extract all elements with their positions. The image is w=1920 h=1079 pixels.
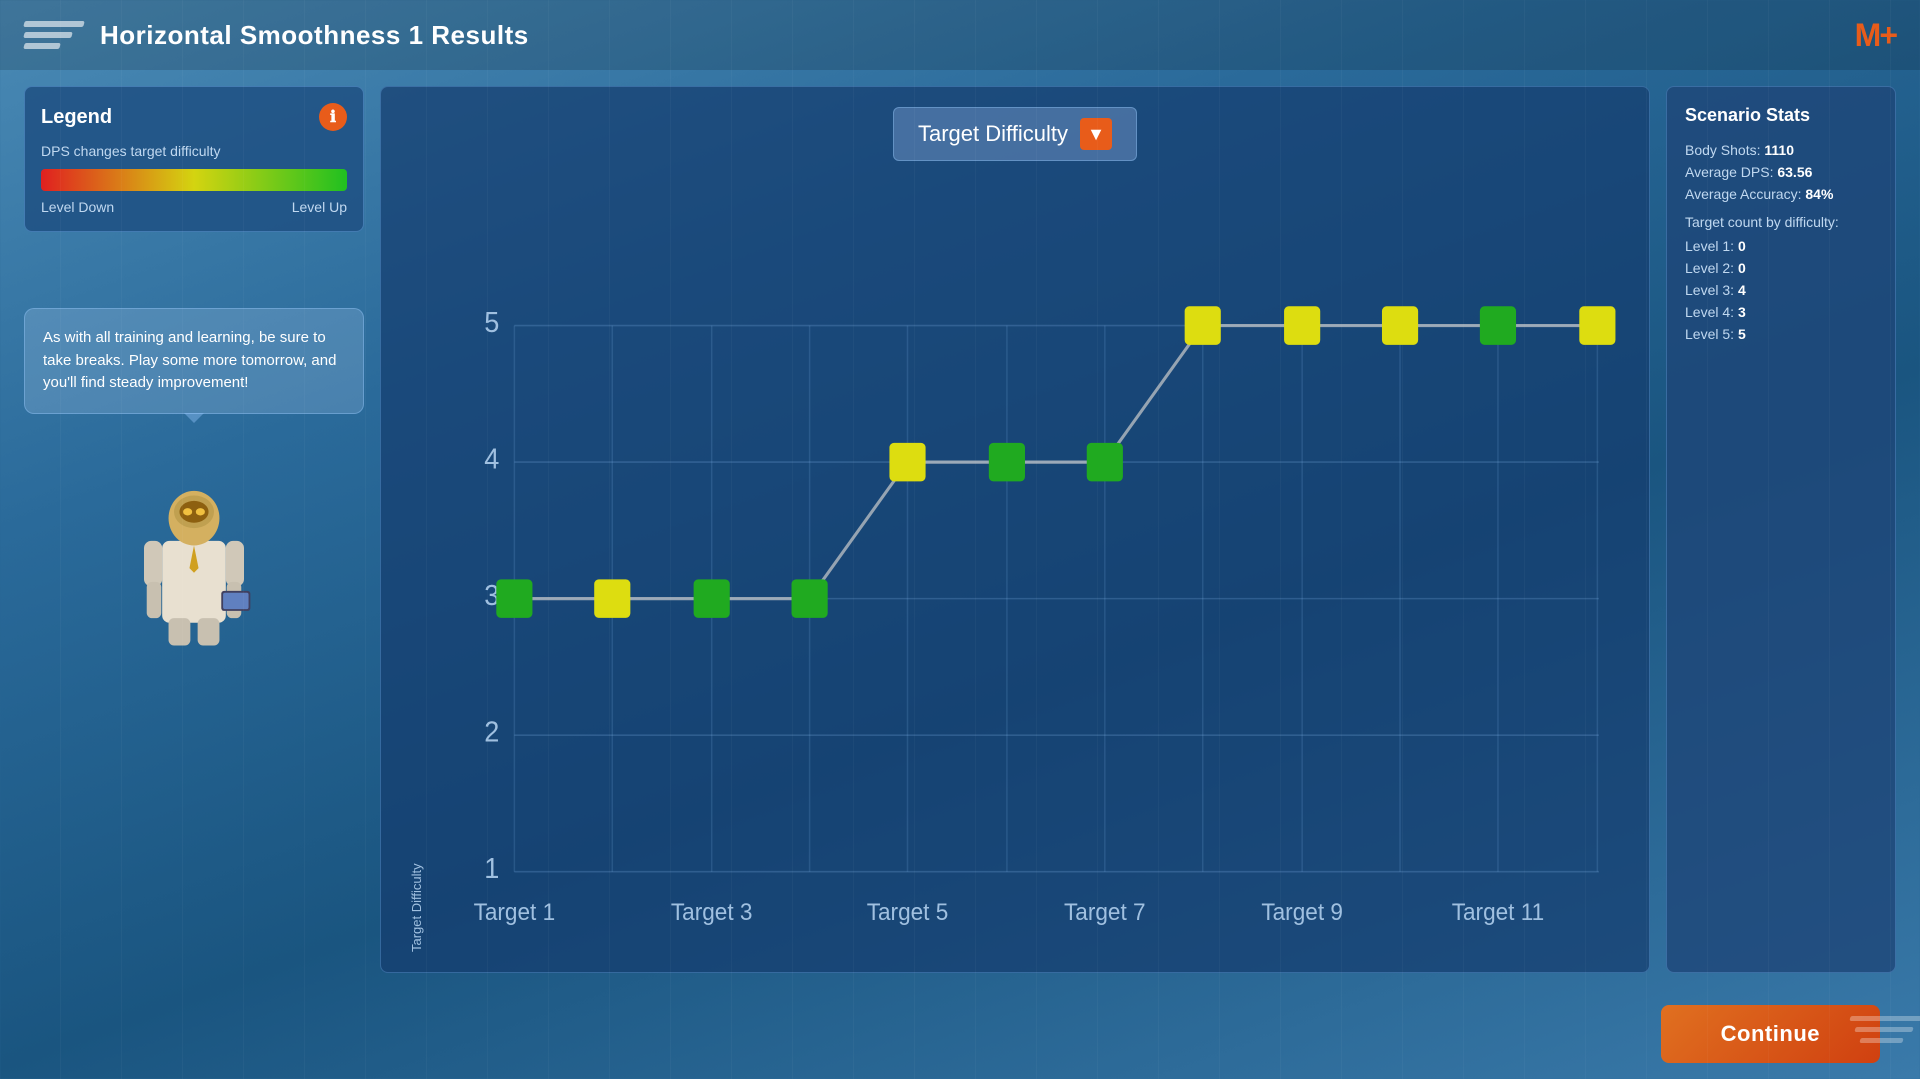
legend-labels: Level Down Level Up — [41, 199, 347, 215]
chart-title: Target Difficulty — [918, 121, 1068, 147]
svg-text:Target 3: Target 3 — [671, 898, 753, 925]
difficulty-section-title: Target count by difficulty: — [1685, 214, 1877, 230]
svg-text:Target 5: Target 5 — [867, 898, 949, 925]
svg-text:Target 1: Target 1 — [474, 898, 556, 925]
footer: Continue — [0, 989, 1920, 1079]
y-axis-label: Target Difficulty — [401, 181, 424, 952]
stats-title: Scenario Stats — [1685, 105, 1877, 126]
avg-dps-label: Average DPS: — [1685, 164, 1773, 180]
character-illustration — [104, 450, 284, 650]
legend-header: Legend ℹ — [41, 103, 347, 131]
svg-text:Target 9: Target 9 — [1261, 898, 1343, 925]
svg-text:Target 11: Target 11 — [1452, 898, 1544, 925]
level-1-value: 0 — [1738, 238, 1746, 254]
body-shots-value: 1110 — [1764, 142, 1794, 158]
speech-text: As with all training and learning, be su… — [43, 327, 345, 395]
level-3-row: Level 3: 4 — [1685, 282, 1877, 298]
level-4-value: 3 — [1738, 304, 1746, 320]
level-5-value: 5 — [1738, 326, 1746, 342]
avg-dps-row: Average DPS: 63.56 — [1685, 164, 1877, 180]
level-5-row: Level 5: 5 — [1685, 326, 1877, 342]
stats-panel: Scenario Stats Body Shots: 1110 Average … — [1666, 86, 1896, 973]
logo-lines — [24, 13, 84, 57]
level-2-row: Level 2: 0 — [1685, 260, 1877, 276]
main-content: Legend ℹ DPS changes target difficulty L… — [0, 70, 1920, 989]
legend-title: Legend — [41, 106, 112, 129]
svg-text:2: 2 — [484, 716, 499, 748]
chart-svg: 5 4 3 2 1 Target 1 Target 3 Target 5 Tar… — [424, 181, 1629, 952]
level-1-label: Level 1: — [1685, 238, 1734, 254]
level-4-label: Level 4: — [1685, 304, 1734, 320]
info-icon[interactable]: ℹ — [319, 103, 347, 131]
footer-decoration — [1840, 999, 1920, 1059]
level-3-value: 4 — [1738, 282, 1746, 298]
legend-label-left: Level Down — [41, 199, 114, 215]
body-shots-label: Body Shots: — [1685, 142, 1761, 158]
avg-accuracy-label: Average Accuracy: — [1685, 186, 1801, 202]
left-panel: Legend ℹ DPS changes target difficulty L… — [24, 86, 364, 973]
chart-inner: 5 4 3 2 1 Target 1 Target 3 Target 5 Tar… — [424, 181, 1629, 952]
character-area — [24, 450, 364, 650]
chart-title-box: Target Difficulty ▼ — [893, 107, 1137, 161]
svg-text:5: 5 — [484, 306, 499, 338]
body-shots-row: Body Shots: 1110 — [1685, 142, 1877, 158]
level-4-row: Level 4: 3 — [1685, 304, 1877, 320]
color-gradient-bar — [41, 169, 347, 191]
svg-text:4: 4 — [484, 443, 499, 475]
svg-text:1: 1 — [484, 852, 499, 884]
avg-accuracy-row: Average Accuracy: 84% — [1685, 186, 1877, 202]
level-2-label: Level 2: — [1685, 260, 1734, 276]
brand-logo: M+ — [1855, 17, 1896, 54]
speech-bubble: As with all training and learning, be su… — [24, 308, 364, 414]
chart-area: Target Difficulty ▼ Target Difficulty — [380, 86, 1650, 973]
level-3-label: Level 3: — [1685, 282, 1734, 298]
legend-box: Legend ℹ DPS changes target difficulty L… — [24, 86, 364, 232]
page-title: Horizontal Smoothness 1 Results — [100, 20, 529, 51]
legend-description: DPS changes target difficulty — [41, 143, 347, 159]
svg-text:Target 7: Target 7 — [1064, 898, 1146, 925]
level-2-value: 0 — [1738, 260, 1746, 276]
header: Horizontal Smoothness 1 Results M+ — [0, 0, 1920, 70]
legend-label-right: Level Up — [292, 199, 347, 215]
avg-accuracy-value: 84% — [1805, 186, 1833, 202]
chart-dropdown[interactable]: ▼ — [1080, 118, 1112, 150]
avg-dps-value: 63.56 — [1777, 164, 1812, 180]
chart-container: Target Difficulty — [401, 181, 1629, 952]
chart-header: Target Difficulty ▼ — [401, 107, 1629, 161]
level-1-row: Level 1: 0 — [1685, 238, 1877, 254]
level-5-label: Level 5: — [1685, 326, 1734, 342]
